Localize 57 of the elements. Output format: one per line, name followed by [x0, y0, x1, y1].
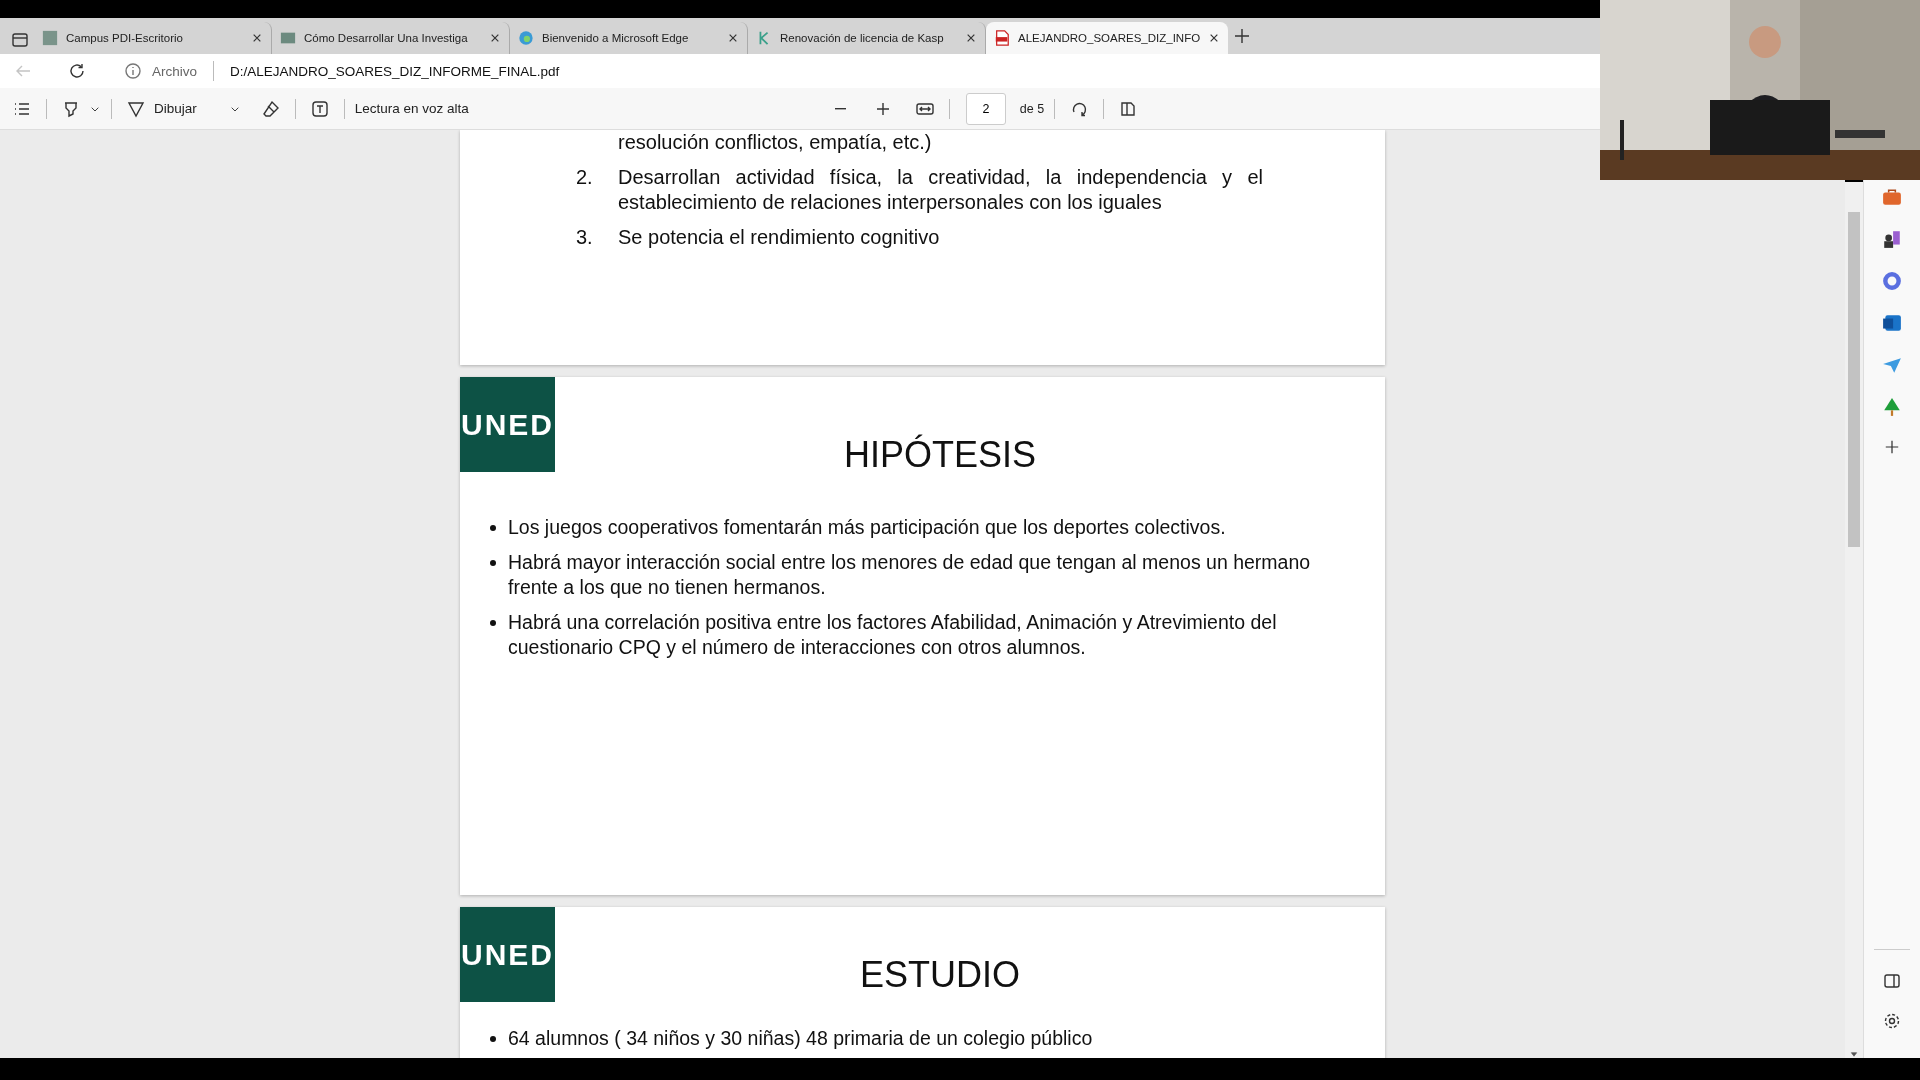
info-icon	[124, 62, 142, 80]
bullet-icon	[490, 619, 496, 626]
minus-icon	[835, 107, 847, 110]
briefcase-icon[interactable]	[1882, 187, 1902, 207]
text-box-icon	[310, 99, 329, 118]
slide-title: HIPÓTESIS	[842, 433, 1037, 475]
bullet-text: Habrá mayor interacción social entre los menores de edad que tengan al menos un hermano frente a los que no tienen hermanos.	[508, 550, 1312, 600]
bullet-text: Habrá una correlación positiva entre los factores Afabilidad, Animación y Atrevimiento del cuestionario CPQ y el número de interacciones con otros alumnos.	[508, 610, 1278, 660]
favicon-icon	[518, 30, 534, 46]
tab-title: Bienvenido a Microsoft Edge	[542, 32, 690, 44]
settings-icon[interactable]	[1883, 1012, 1901, 1030]
read-aloud-button[interactable]: Lectura en voz alta	[354, 101, 469, 116]
close-icon[interactable]	[251, 32, 263, 44]
close-icon[interactable]	[489, 32, 501, 44]
page-number-field[interactable]: 2	[965, 92, 1006, 125]
address-field[interactable]: D:/ALEJANDRO_SOARES_DIZ_INFORME_FINAL.pdf	[230, 63, 560, 79]
browser-tab[interactable]: ALEJANDRO_SOARES_DIZ_INFO	[986, 22, 1229, 54]
close-icon[interactable]	[965, 32, 977, 44]
eraser-icon	[261, 99, 280, 118]
close-icon[interactable]	[727, 32, 739, 44]
tab-title: Cómo Desarrollar Una Investiga	[304, 32, 469, 44]
scroll-thumb[interactable]	[1848, 212, 1860, 547]
plus-icon[interactable]	[1884, 439, 1900, 455]
tab-title: ALEJANDRO_SOARES_DIZ_INFO	[1018, 32, 1201, 44]
list-number: 2.	[576, 165, 594, 190]
highlighter-icon	[62, 99, 80, 118]
scrollbar[interactable]	[1845, 182, 1863, 1058]
list-number: 3.	[576, 225, 594, 250]
refresh-icon[interactable]	[68, 62, 86, 80]
tab-title: Renovación de licencia de Kasp	[780, 32, 945, 44]
bullet-text: 64 alumnos ( 34 niños y 30 niñas) 48 primaria de un colegio público	[508, 1026, 1093, 1051]
plus-icon[interactable]	[1233, 27, 1252, 45]
draw-button[interactable]: Dibujar	[154, 101, 197, 116]
ring-icon[interactable]	[1882, 271, 1902, 291]
two-page-icon	[1119, 99, 1138, 118]
paper-plane-icon[interactable]	[1882, 355, 1902, 375]
favicon-icon	[42, 30, 58, 46]
tab-title: Campus PDI-Escritorio	[66, 32, 184, 44]
uned-logo: UNED	[460, 907, 555, 1002]
list-item-text: resolución conflictos, empatía, etc.)	[618, 130, 933, 155]
side-panel-icon[interactable]	[1883, 972, 1901, 990]
bullet-icon	[490, 559, 496, 566]
list-item-text: Se potencia el rendimiento cognitivo	[618, 225, 941, 250]
favicon-icon	[280, 30, 296, 46]
file-label: Archivo	[152, 63, 197, 79]
mail-icon[interactable]	[1882, 313, 1902, 333]
slide-title: ESTUDIO	[859, 953, 1021, 995]
bullet-icon	[490, 524, 496, 531]
scroll-down-icon	[1850, 1050, 1858, 1058]
bullet-text: Los juegos cooperativos fomentarán más participación que los deportes colectivos.	[508, 515, 1226, 540]
pdf-icon	[994, 30, 1010, 46]
uned-logo: UNED	[460, 377, 555, 472]
list-item-text: Desarrollan actividad física, la creatividad, la independencia y el establecimiento de relaciones interpersonales con los iguales	[618, 165, 1263, 215]
bullet-icon	[490, 1035, 496, 1042]
tab-actions-icon[interactable]	[11, 31, 29, 49]
tree-icon[interactable]	[1882, 397, 1902, 417]
page-count: de 5	[1019, 101, 1045, 116]
